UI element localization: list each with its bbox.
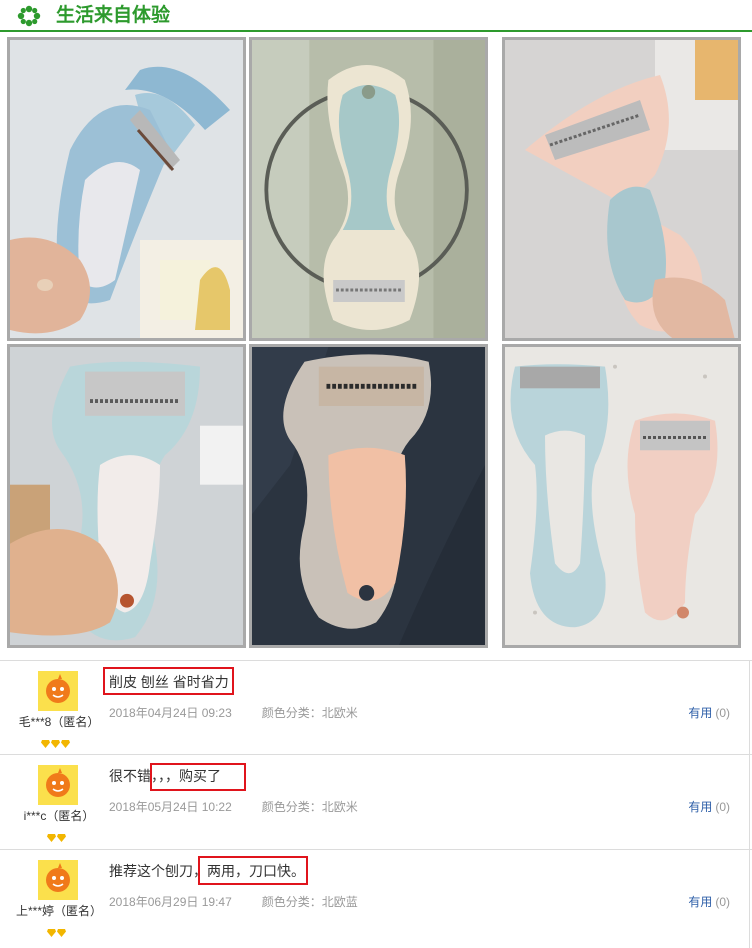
useful-count: (0) bbox=[715, 895, 730, 909]
review-color-variant: 颜色分类：北欧蓝 bbox=[261, 895, 358, 909]
review-date: 2018年04月24日 09:23 bbox=[109, 706, 232, 720]
review-meta: 2018年05月24日 10:22 颜色分类：北欧米 bbox=[109, 798, 358, 815]
useful-button[interactable]: 有用 (0) bbox=[688, 704, 730, 721]
review-photo-grid bbox=[7, 37, 751, 653]
diamond-icon bbox=[57, 929, 66, 937]
useful-count: (0) bbox=[715, 800, 730, 814]
review-meta: 2018年06月29日 19:47 颜色分类：北欧蓝 bbox=[109, 893, 358, 910]
highlight-box bbox=[103, 667, 234, 695]
highlight-box bbox=[150, 763, 246, 791]
review-photo-6[interactable] bbox=[502, 344, 741, 648]
review-item: 上***婷（匿名） 推荐这个刨刀，两用，刀口快。 2018年06月29日 19:… bbox=[0, 849, 752, 943]
user-level-badge bbox=[47, 829, 67, 842]
review-photo-1[interactable] bbox=[7, 37, 246, 341]
review-meta: 2018年04月24日 09:23 颜色分类：北欧米 bbox=[109, 704, 358, 721]
review-username: i***c（匿名） bbox=[23, 809, 95, 823]
useful-button[interactable]: 有用 (0) bbox=[688, 893, 730, 910]
review-photo-4[interactable] bbox=[7, 344, 246, 648]
review-photo-3[interactable] bbox=[502, 37, 741, 341]
review-photo-5[interactable] bbox=[249, 344, 488, 648]
review-color-variant: 颜色分类：北欧米 bbox=[261, 706, 358, 720]
diamond-icon bbox=[47, 929, 56, 937]
highlight-box bbox=[198, 856, 308, 885]
review-photo-2[interactable] bbox=[249, 37, 488, 341]
review-item: i***c（匿名） 很不错，，，购买了 2018年05月24日 10:22 颜色分… bbox=[0, 754, 752, 848]
user-level-badge bbox=[41, 735, 71, 748]
useful-button[interactable]: 有用 (0) bbox=[688, 798, 730, 815]
panel-border bbox=[749, 660, 750, 948]
useful-count: (0) bbox=[715, 706, 730, 720]
avatar bbox=[38, 765, 78, 805]
diamond-icon bbox=[51, 740, 60, 748]
review-date: 2018年06月29日 19:47 bbox=[109, 895, 232, 909]
avatar bbox=[38, 860, 78, 900]
useful-label[interactable]: 有用 bbox=[688, 800, 712, 814]
diamond-icon bbox=[41, 740, 50, 748]
useful-label[interactable]: 有用 bbox=[688, 895, 712, 909]
diamond-icon bbox=[47, 834, 56, 842]
user-level-badge bbox=[47, 924, 67, 937]
useful-label[interactable]: 有用 bbox=[688, 706, 712, 720]
section-header: 生活来自体验 bbox=[0, 0, 752, 32]
diamond-icon bbox=[61, 740, 70, 748]
review-color-variant: 颜色分类：北欧米 bbox=[261, 800, 358, 814]
review-item: 毛***8（匿名） 削皮 刨丝 省时省力 2018年04月24日 09:23 颜色… bbox=[0, 660, 752, 754]
review-username: 毛***8（匿名） bbox=[18, 715, 100, 729]
avatar bbox=[38, 671, 78, 711]
diamond-icon bbox=[57, 834, 66, 842]
section-title: 生活来自体验 bbox=[56, 5, 171, 26]
green-flower-icon bbox=[17, 5, 41, 27]
review-date: 2018年05月24日 10:22 bbox=[109, 800, 232, 814]
review-username: 上***婷（匿名） bbox=[15, 904, 102, 918]
